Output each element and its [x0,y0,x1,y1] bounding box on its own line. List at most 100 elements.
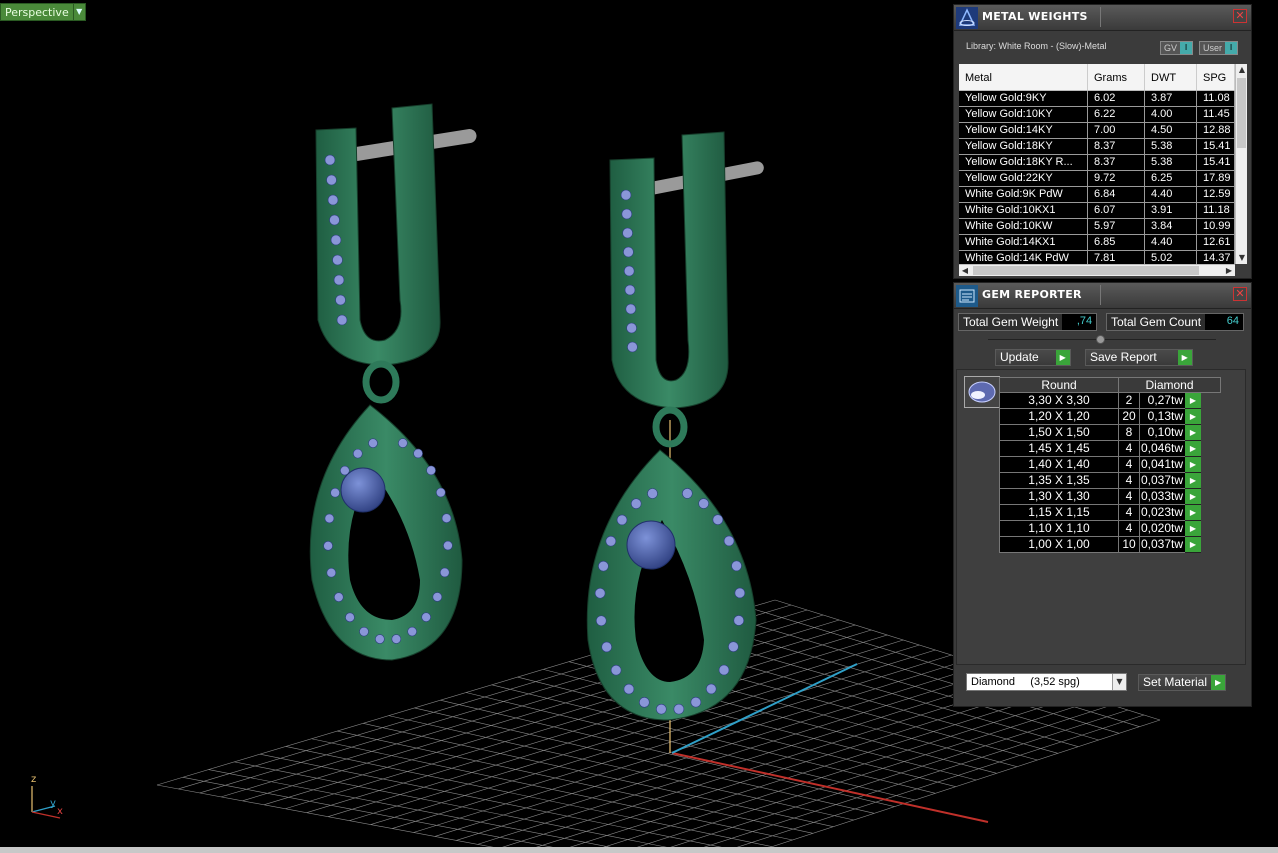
spg-value: 11.18 [1197,203,1235,218]
pave-stone [359,626,369,637]
play-icon[interactable]: ▶ [1185,521,1201,537]
pave-stone [605,535,617,547]
gem-size: 1,20 X 1,20 [999,409,1119,425]
hoop-left [315,103,441,366]
pave-stone [324,154,336,166]
pave-stone [407,626,417,637]
chevron-down-icon[interactable]: ▼ [1112,674,1126,690]
center-stone-right [626,520,676,570]
gv-toggle[interactable]: GV I [1160,41,1194,55]
play-icon[interactable]: ▶ [1185,457,1201,473]
scroll-thumb[interactable] [973,266,1199,275]
size-slider[interactable] [988,335,1216,344]
table-row[interactable]: Yellow Gold:18KY 8.37 5.38 15.41 [959,139,1235,155]
total-gem-count-label: Total Gem Count [1111,315,1202,329]
table-row[interactable]: White Gold:10KX1 6.07 3.91 11.18 [959,203,1235,219]
pave-stone [624,284,636,296]
scroll-thumb[interactable] [1237,78,1246,148]
table-row[interactable]: 1,15 X 1,15 4 0,023tw ▶ [999,505,1221,521]
user-toggle[interactable]: User I [1199,41,1239,55]
metal-name: White Gold:10KW [959,219,1088,234]
metal-table-vertical-scrollbar[interactable]: ▲ ▼ [1235,64,1247,264]
metal-weights-icon [956,7,978,29]
play-icon: ▶ [1055,350,1070,365]
total-gem-count-value: 64 [1205,314,1244,330]
save-report-button[interactable]: Save Report ▶ [1085,349,1193,366]
table-row[interactable]: 3,30 X 3,30 2 0,27tw ▶ [999,393,1221,409]
table-row[interactable]: 1,40 X 1,40 4 0,041tw ▶ [999,457,1221,473]
update-button[interactable]: Update ▶ [995,349,1071,366]
close-icon[interactable]: ✕ [1233,9,1247,23]
chevron-down-icon[interactable]: ▼ [73,3,86,21]
gem-table-header: Round Diamond [999,377,1221,393]
scroll-left-icon[interactable]: ◀ [959,265,971,277]
gem-count: 4 [1119,473,1139,489]
table-row[interactable]: 1,35 X 1,35 4 0,037tw ▶ [999,473,1221,489]
table-row[interactable]: 1,45 X 1,45 4 0,046tw ▶ [999,441,1221,457]
play-icon[interactable]: ▶ [1185,409,1201,425]
pave-stone [623,246,634,258]
dwt-value: 5.38 [1145,139,1197,154]
table-row[interactable]: 1,00 X 1,00 10 0,037tw ▶ [999,537,1221,553]
table-row[interactable]: 1,10 X 1,10 4 0,020tw ▶ [999,521,1221,537]
table-row[interactable]: Yellow Gold:18KY R... 8.37 5.38 15.41 [959,155,1235,171]
save-report-button-label: Save Report [1090,350,1157,364]
pave-stone [621,208,633,220]
view-mode-selector[interactable]: Perspective ▼ [0,3,86,21]
material-select[interactable]: Diamond (3,52 spg) ▼ [966,673,1127,691]
update-button-label: Update [1000,350,1039,364]
pave-stone [682,488,693,499]
gem-list-area: Round Diamond 3,30 X 3,30 2 0,27tw ▶ 1,20 X… [956,369,1246,665]
table-row[interactable]: White Gold:14KX1 6.85 4.40 12.61 [959,235,1235,251]
slider-knob[interactable] [1096,335,1105,344]
play-icon[interactable]: ▶ [1185,441,1201,457]
table-row[interactable]: White Gold:9K PdW 6.84 4.40 12.59 [959,187,1235,203]
pave-stone [647,488,658,499]
table-row[interactable]: 1,20 X 1,20 20 0,13tw ▶ [999,409,1221,425]
table-row[interactable]: Yellow Gold:22KY 9.72 6.25 17.89 [959,171,1235,187]
play-icon[interactable]: ▶ [1185,473,1201,489]
table-row[interactable]: 1,50 X 1,50 8 0,10tw ▶ [999,425,1221,441]
close-icon[interactable]: ✕ [1233,287,1247,301]
table-row[interactable]: White Gold:14K PdW 7.81 5.02 14.37 [959,251,1235,264]
pave-stone [630,498,642,509]
play-icon[interactable]: ▶ [1185,489,1201,505]
total-gem-weight-value: ,74 [1062,314,1097,330]
grams-value: 6.84 [1088,187,1145,202]
metal-table-horizontal-scrollbar[interactable]: ◀ ▶ [959,264,1235,276]
grams-value: 5.97 [1088,219,1145,234]
metal-weights-header[interactable]: METAL WEIGHTS ✕ [954,5,1251,31]
set-material-button[interactable]: Set Material ▶ [1138,674,1227,691]
column-header-dwt[interactable]: DWT [1145,64,1197,90]
window-bottom-strip [0,847,1278,853]
gem-weight: 0,046tw [1139,441,1185,457]
gem-weight: 0,27tw [1139,393,1185,409]
play-icon[interactable]: ▶ [1185,537,1201,553]
gem-count: 2 [1119,393,1139,409]
gem-size: 1,45 X 1,45 [999,441,1119,457]
scroll-up-icon[interactable]: ▲ [1236,64,1248,76]
pave-stone [332,254,343,266]
gem-reporter-header[interactable]: GEM REPORTER ✕ [954,283,1251,309]
metal-table: Metal Grams DWT SPG Yellow Gold:9KY 6.02 3… [959,64,1235,264]
gem-size: 1,40 X 1,40 [999,457,1119,473]
pave-stone [324,513,335,524]
scroll-right-icon[interactable]: ▶ [1223,265,1235,277]
view-mode-label[interactable]: Perspective [0,3,74,21]
play-icon[interactable]: ▶ [1185,393,1201,409]
column-header-metal[interactable]: Metal [959,64,1088,90]
table-row[interactable]: Yellow Gold:9KY 6.02 3.87 11.08 [959,91,1235,107]
column-header-grams[interactable]: Grams [1088,64,1145,90]
table-row[interactable]: 1,30 X 1,30 4 0,033tw ▶ [999,489,1221,505]
grams-value: 7.81 [1088,251,1145,264]
column-header-spg[interactable]: SPG [1197,64,1235,90]
table-row[interactable]: Yellow Gold:14KY 7.00 4.50 12.88 [959,123,1235,139]
column-header-material: Diamond [1119,377,1221,393]
scroll-down-icon[interactable]: ▼ [1236,252,1248,264]
column-header-shape: Round [999,377,1119,393]
table-row[interactable]: White Gold:10KW 5.97 3.84 10.99 [959,219,1235,235]
gem-thumbnail[interactable] [964,376,1000,408]
play-icon[interactable]: ▶ [1185,505,1201,521]
table-row[interactable]: Yellow Gold:10KY 6.22 4.00 11.45 [959,107,1235,123]
play-icon[interactable]: ▶ [1185,425,1201,441]
